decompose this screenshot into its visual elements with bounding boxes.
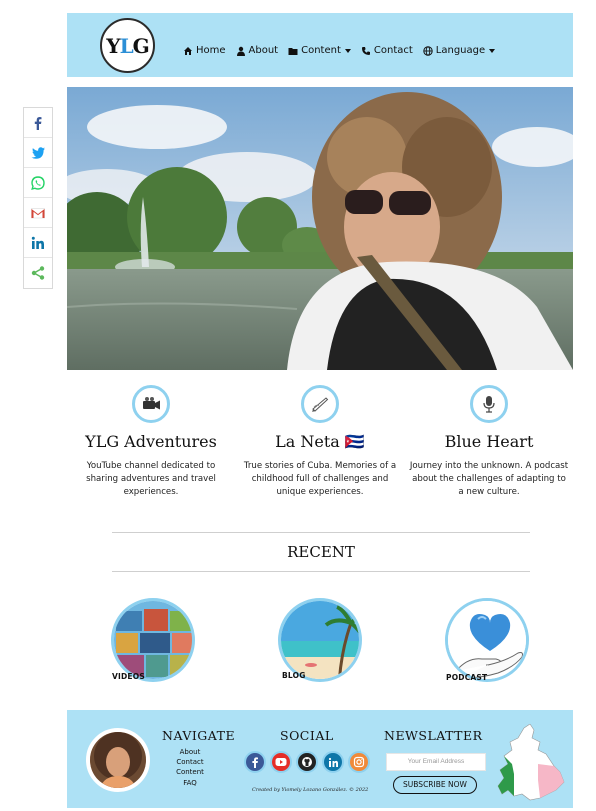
phone-icon <box>361 46 370 55</box>
youtube-icon[interactable] <box>270 751 292 773</box>
share-icon <box>31 266 45 280</box>
divider-top <box>112 532 530 533</box>
email-input[interactable]: Your Email Address <box>386 753 486 771</box>
feature-la-neta-title: La Neta 🇨🇺 <box>275 432 365 451</box>
hero-image <box>67 87 573 370</box>
recent-podcast-label[interactable]: PODCAST <box>446 673 487 682</box>
instagram-icon[interactable] <box>348 751 370 773</box>
nav-contact[interactable]: Contact <box>361 45 413 56</box>
feature-blue-heart-title: Blue Heart <box>444 432 534 451</box>
subscribe-button[interactable]: SUBSCRIBE NOW <box>393 776 477 794</box>
feature-blue-heart-text: Journey into the unknown. A podcast abou… <box>409 461 569 497</box>
nav-contact-label: Contact <box>373 45 413 56</box>
feature-adventures-text: YouTube channel dedicated to sharing adv… <box>86 461 216 497</box>
newsletter-title: NEWSLATTER <box>384 728 483 743</box>
feature-la-neta-text: True stories of Cuba. Memories of a chil… <box>243 461 397 497</box>
feature-adventures-icon-ring[interactable] <box>132 385 170 423</box>
footer-link-faq[interactable]: FAQ <box>160 779 220 787</box>
user-icon <box>236 46 245 56</box>
folder-icon <box>288 47 298 55</box>
footer-credit: Created by Yiomely Lozano González. © 20… <box>252 787 369 793</box>
recent-videos-tile[interactable] <box>111 598 195 682</box>
beach-image <box>281 601 359 679</box>
navigate-title: NAVIGATE <box>162 728 236 743</box>
facebook-icon[interactable] <box>244 751 266 773</box>
feature-la-neta-icon-ring[interactable] <box>301 385 339 423</box>
avatar <box>86 728 150 792</box>
recent-videos-label[interactable]: VIDEOS <box>112 672 145 681</box>
footer-link-content[interactable]: Content <box>160 768 220 776</box>
nav-about[interactable]: About <box>236 45 279 56</box>
recent-blog-tile[interactable] <box>278 598 362 682</box>
site-logo[interactable]: YLG <box>100 18 155 73</box>
feature-blue-heart: Blue Heart Journey into the unknown. A p… <box>409 385 569 499</box>
linkedin-icon[interactable] <box>322 751 344 773</box>
recent-blog-label[interactable]: BLOG <box>282 671 306 680</box>
nav-language-label: Language <box>435 45 486 56</box>
videos-collage-image <box>114 601 192 679</box>
map-illustration <box>497 723 565 801</box>
main-nav: Home About Content Contact Language <box>183 45 496 56</box>
microphone-icon <box>483 396 495 413</box>
nav-content[interactable]: Content <box>288 45 351 56</box>
nav-content-label: Content <box>301 45 341 56</box>
site-header: YLG Home About Content Contact Language <box>67 13 573 77</box>
feature-adventures: YLG Adventures YouTube channel dedicated… <box>71 385 231 499</box>
gmail-icon <box>31 207 45 218</box>
linkedin-icon <box>31 236 44 249</box>
share-whatsapp-button[interactable] <box>24 168 52 198</box>
nav-language[interactable]: Language <box>423 45 496 56</box>
twitter-icon <box>31 146 45 159</box>
video-camera-icon <box>143 397 160 410</box>
footer-link-about[interactable]: About <box>160 748 220 756</box>
divider-bottom <box>112 571 530 572</box>
footer-link-contact[interactable]: Contact <box>160 758 220 766</box>
share-linkedin-button[interactable] <box>24 228 52 258</box>
recent-title: RECENT <box>287 543 355 561</box>
feature-la-neta: La Neta 🇨🇺 True stories of Cuba. Memorie… <box>240 385 400 499</box>
caret-down-icon <box>489 48 496 53</box>
nav-home[interactable]: Home <box>183 45 226 56</box>
globe-icon <box>423 45 433 56</box>
share-gmail-button[interactable] <box>24 198 52 228</box>
social-icons <box>244 751 370 773</box>
github-icon[interactable] <box>296 751 318 773</box>
share-twitter-button[interactable] <box>24 138 52 168</box>
feature-adventures-title: YLG Adventures <box>85 432 217 451</box>
social-title: SOCIAL <box>280 728 334 743</box>
share-facebook-button[interactable] <box>24 108 52 138</box>
recent-podcast-tile[interactable] <box>445 598 529 682</box>
avatar-image <box>90 732 146 788</box>
site-footer: NAVIGATE About Contact Content FAQ SOCIA… <box>67 710 573 808</box>
share-bar <box>23 107 53 289</box>
whatsapp-icon <box>31 175 45 190</box>
feature-blue-heart-icon-ring[interactable] <box>470 385 508 423</box>
pen-writing-icon <box>312 397 329 412</box>
home-icon <box>184 46 192 55</box>
caret-down-icon <box>344 48 351 53</box>
page: YLG Home About Content Contact Language … <box>0 0 596 811</box>
share-more-button[interactable] <box>24 258 52 288</box>
hero-photo <box>67 87 573 370</box>
blue-heart-hands-image <box>448 601 526 679</box>
facebook-icon <box>34 116 42 130</box>
nav-about-label: About <box>248 45 279 56</box>
nav-home-label: Home <box>196 45 226 56</box>
logo-text: YLG <box>106 33 149 58</box>
newfoundland-flag-map <box>494 723 566 802</box>
